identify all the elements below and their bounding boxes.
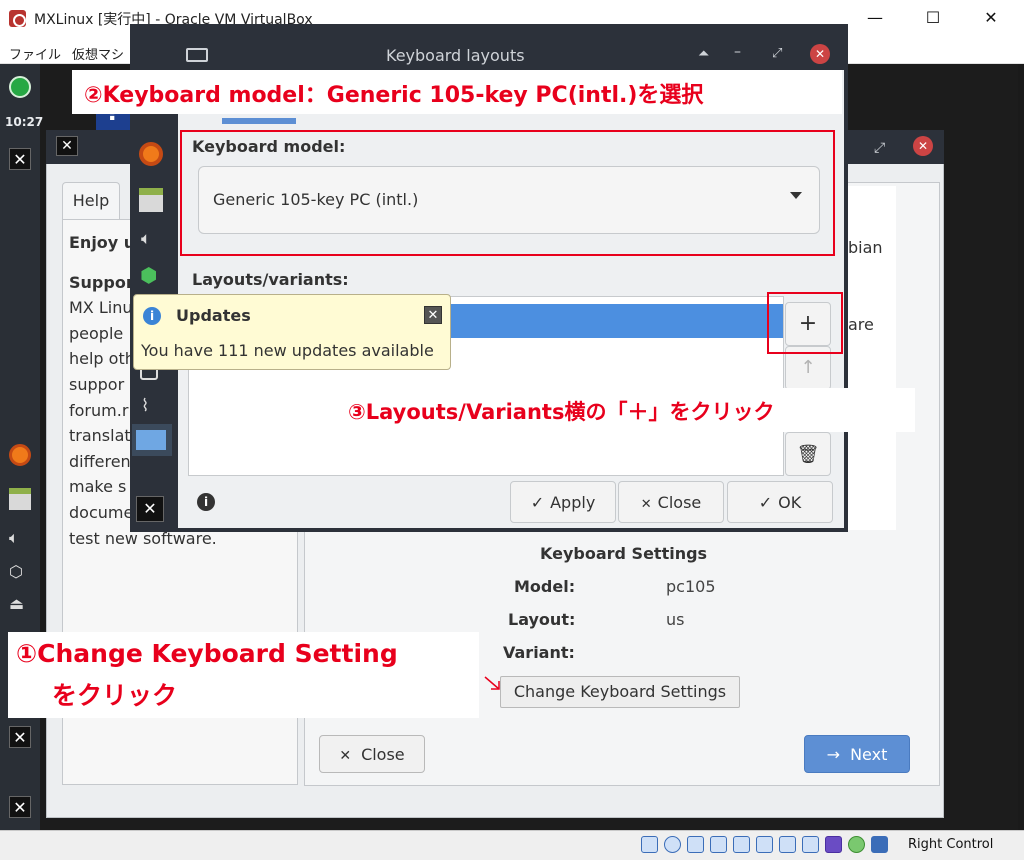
file-manager-icon[interactable] xyxy=(9,488,31,510)
usb-icon[interactable] xyxy=(733,836,750,853)
keyboard-settings-heading: Keyboard Settings xyxy=(540,544,708,563)
close-icon: ✕ xyxy=(640,496,652,512)
check-icon: ✓ xyxy=(530,492,545,512)
mx-logo-icon[interactable]: ✕ xyxy=(136,496,164,522)
virtualization-icon[interactable] xyxy=(825,836,842,853)
close-button-label: Close xyxy=(657,492,702,512)
menu-file[interactable]: ファイル xyxy=(9,44,61,63)
keyboard-icon xyxy=(186,48,208,62)
annotation-step2: ②Keyboard model：Generic 105-key PC(intl.… xyxy=(84,83,704,108)
updater-icon[interactable] xyxy=(9,76,31,98)
audio-icon[interactable] xyxy=(687,836,704,853)
close-icon: ✕ xyxy=(339,747,352,764)
minimize-icon[interactable]: – xyxy=(734,44,741,60)
host-key-label: Right Control xyxy=(908,837,994,852)
arrow-right-icon: → xyxy=(826,744,841,764)
dialog-close-button[interactable]: ✕ Close xyxy=(618,481,724,523)
mx-logo-icon[interactable]: ✕ xyxy=(9,726,31,748)
next-button-label: Next xyxy=(850,744,888,764)
workspace-preview[interactable] xyxy=(136,430,166,450)
package-icon[interactable]: ⬡ xyxy=(9,562,31,584)
volume-icon[interactable]: 🔈︎ xyxy=(141,229,151,249)
minimize-button[interactable]: — xyxy=(850,0,900,38)
highlight-keyboard-model xyxy=(180,130,835,256)
mx-logo-icon[interactable]: ✕ xyxy=(9,148,31,170)
change-keyboard-settings-button[interactable]: Change Keyboard Settings xyxy=(500,676,740,708)
check-icon: ✓ xyxy=(758,492,773,512)
file-manager-icon[interactable] xyxy=(139,188,163,212)
info-text-fragment: are xyxy=(848,315,874,334)
keyboard-capture-icon[interactable] xyxy=(871,836,888,853)
next-button[interactable]: → Next xyxy=(804,735,910,773)
close-icon[interactable]: ✕ xyxy=(810,44,830,64)
close-button-label: Close xyxy=(361,744,405,764)
apply-button-label: Apply xyxy=(550,492,596,512)
guest-desktop-edge xyxy=(1018,64,1024,830)
menu-machine[interactable]: 仮想マシ xyxy=(72,44,124,63)
highlight-add-button xyxy=(767,292,843,354)
close-window-button[interactable]: ✕ xyxy=(966,0,1016,38)
ok-button[interactable]: ✓ OK xyxy=(727,481,833,523)
trash-icon: 🗑︎ xyxy=(796,444,820,465)
arrow-up-icon: ↑ xyxy=(800,357,816,378)
notification-title: Updates xyxy=(176,306,251,325)
tab-indicator xyxy=(222,118,296,124)
info-text-fragment: bian xyxy=(848,238,883,257)
mx-logo-icon: ✕ xyxy=(56,136,78,156)
layouts-variants-label: Layouts/variants: xyxy=(192,270,349,289)
display-icon[interactable] xyxy=(779,836,796,853)
remove-layout-button[interactable]: 🗑︎ xyxy=(785,432,831,476)
attachment-icon[interactable]: ⌇ xyxy=(141,396,149,416)
volume-icon[interactable]: 🔈︎ xyxy=(9,528,31,550)
annotation-arrow xyxy=(484,676,500,690)
tab-help[interactable]: Help xyxy=(62,182,120,220)
package-icon[interactable]: ⬢ xyxy=(140,263,157,287)
firefox-icon[interactable] xyxy=(9,444,31,466)
shared-folders-icon[interactable] xyxy=(756,836,773,853)
info-icon: i xyxy=(143,307,161,325)
annotation-step3: ③Layouts/Variants横の「＋」をクリック xyxy=(348,400,775,424)
annotation-step1-line2: をクリック xyxy=(52,681,178,710)
info-icon[interactable]: i xyxy=(197,493,215,511)
eject-icon[interactable]: ⏏ xyxy=(9,594,31,616)
restore-icon[interactable]: ⤢ xyxy=(874,140,885,156)
hard-disk-icon[interactable] xyxy=(641,836,658,853)
close-icon[interactable]: ✕ xyxy=(424,306,442,324)
notification-body: You have 111 new updates available xyxy=(141,341,434,360)
ok-button-label: OK xyxy=(778,492,802,512)
shade-icon[interactable]: ⏶ xyxy=(698,46,709,62)
restore-icon[interactable]: ⤢ xyxy=(772,46,782,61)
annotation-step1-line1: ①Change Keyboard Setting xyxy=(16,639,398,668)
maximize-button[interactable]: ☐ xyxy=(908,0,958,38)
variant-label: Variant: xyxy=(503,643,575,662)
video-capture-icon[interactable] xyxy=(802,836,819,853)
model-label: Model: xyxy=(514,577,576,596)
firefox-icon[interactable] xyxy=(139,142,163,166)
mouse-integration-icon[interactable] xyxy=(848,836,865,853)
mx-logo-icon[interactable]: ✕ xyxy=(9,796,31,818)
virtualbox-app-icon xyxy=(9,10,26,27)
optical-drive-icon[interactable] xyxy=(664,836,681,853)
welcome-close-button[interactable]: ✕ Close xyxy=(319,735,425,773)
model-value: pc105 xyxy=(666,577,716,596)
apply-button[interactable]: ✓ Apply xyxy=(510,481,616,523)
layout-label: Layout: xyxy=(508,610,576,629)
network-icon[interactable] xyxy=(710,836,727,853)
layout-value: us xyxy=(666,610,685,629)
keyboard-layouts-title: Keyboard layouts xyxy=(386,46,525,65)
panel-clock: 10:27 xyxy=(5,115,44,129)
close-icon[interactable]: ✕ xyxy=(913,136,933,156)
